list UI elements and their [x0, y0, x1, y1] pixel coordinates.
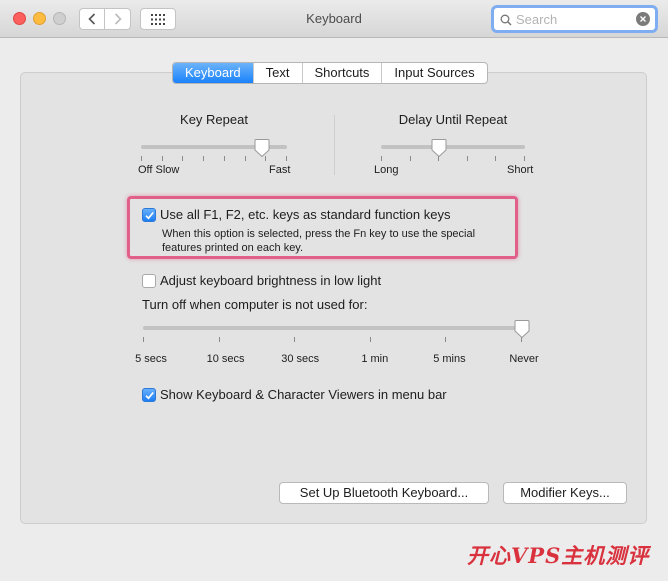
idle-option-label: 5 secs	[135, 353, 167, 365]
slider-knob[interactable]	[514, 320, 530, 339]
checkmark-icon	[145, 211, 154, 220]
slider-tick	[286, 156, 287, 161]
brightness-label[interactable]: Adjust keyboard brightness in low light	[160, 273, 381, 288]
key-repeat-max-label: Fast	[269, 164, 291, 176]
tab-shortcuts[interactable]: Shortcuts	[301, 63, 382, 83]
tab-input-sources[interactable]: Input Sources	[381, 63, 486, 83]
checkmark-icon	[145, 391, 154, 400]
brightness-checkbox[interactable]	[142, 274, 156, 288]
slider-track[interactable]	[143, 326, 522, 330]
slider-knob-icon	[431, 139, 447, 158]
delay-min-label: Long	[374, 164, 399, 176]
viewers-label[interactable]: Show Keyboard & Character Viewers in men…	[160, 387, 447, 402]
search-field[interactable]	[491, 5, 658, 33]
slider-knob-icon	[514, 320, 530, 339]
tab-text[interactable]: Text	[252, 63, 302, 83]
idle-option-label: 10 secs	[206, 353, 245, 365]
title-bar: Keyboard	[0, 0, 668, 38]
slider-knob[interactable]	[431, 139, 447, 158]
slider-tick	[162, 156, 163, 161]
tab-keyboard[interactable]: Keyboard	[173, 63, 253, 83]
slider-tick	[224, 156, 225, 161]
slider-tick	[524, 156, 525, 161]
delay-until-repeat-title: Delay Until Repeat	[398, 112, 508, 127]
viewers-checkbox[interactable]	[142, 388, 156, 402]
key-repeat-min-label: Off Slow	[138, 164, 180, 176]
slider-tick	[294, 337, 295, 342]
slider-track[interactable]	[381, 145, 525, 149]
slider-tick	[141, 156, 142, 161]
slider-tick	[467, 156, 468, 161]
slider-tick	[203, 156, 204, 161]
idle-option-label: 1 min	[361, 353, 389, 365]
watermark: 开心VPS主机测评	[467, 543, 650, 568]
search-icon	[500, 14, 512, 26]
slider-tick	[370, 337, 371, 342]
search-input[interactable]	[516, 10, 634, 28]
clear-search-button[interactable]	[636, 12, 650, 26]
setup-bluetooth-keyboard-button[interactable]: Set Up Bluetooth Keyboard...	[279, 482, 489, 504]
idle-option-label: 5 mins	[433, 353, 466, 365]
fn-keys-description: When this option is selected, press the …	[162, 228, 476, 254]
slider-tick	[495, 156, 496, 161]
idle-option-label: Never	[509, 353, 539, 365]
divider	[334, 115, 335, 175]
idle-option-label: 30 secs	[281, 353, 320, 365]
fn-keys-checkbox[interactable]	[142, 208, 156, 222]
slider-tick	[143, 337, 144, 342]
key-repeat-title: Key Repeat	[180, 112, 248, 127]
slider-knob[interactable]	[254, 139, 270, 158]
slider-tick	[381, 156, 382, 161]
slider-tick	[445, 337, 446, 342]
close-icon	[640, 16, 646, 22]
delay-max-label: Short	[507, 164, 534, 176]
slider-tick	[182, 156, 183, 161]
tab-bar: Keyboard Text Shortcuts Input Sources	[172, 62, 488, 84]
slider-tick	[219, 337, 220, 342]
modifier-keys-button[interactable]: Modifier Keys...	[503, 482, 627, 504]
slider-tick	[410, 156, 411, 161]
fn-keys-label[interactable]: Use all F1, F2, etc. keys as standard fu…	[160, 207, 450, 222]
idle-label: Turn off when computer is not used for:	[142, 297, 368, 312]
slider-knob-icon	[254, 139, 270, 158]
slider-tick	[245, 156, 246, 161]
